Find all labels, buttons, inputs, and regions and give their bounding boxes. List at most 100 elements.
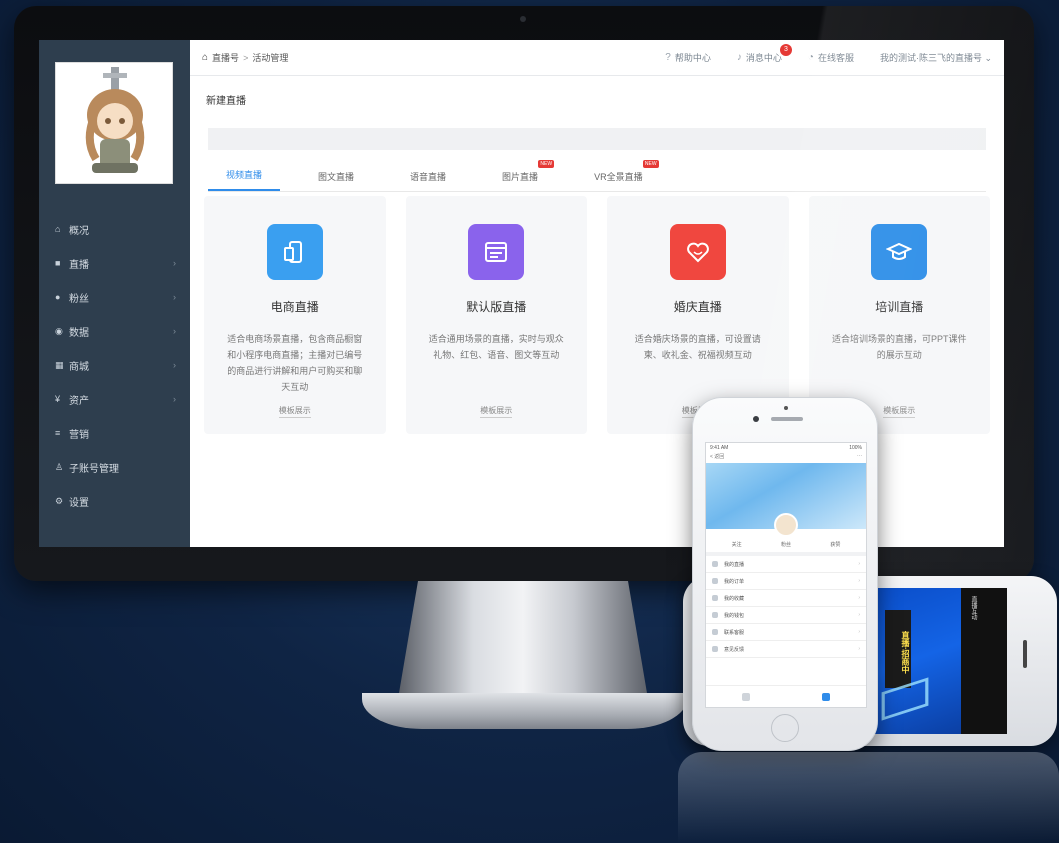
breadcrumb-current: 活动管理 (252, 53, 289, 63)
tab-label: VR全景直播 (594, 172, 643, 182)
stat-item[interactable]: 粉丝 (761, 541, 810, 548)
profile-menu-list: 我的直播 › 我的订单 › 我的收藏 › 我的钱包 › 联系客服 › 意见反馈 › (706, 556, 866, 658)
card-default-live[interactable]: 默认版直播 适合通用场景的直播，实时与观众礼物、红包、语音、图文等互动 模板展示 (405, 196, 587, 434)
topbar: ⌂ 直播号 > 活动管理 ? 帮助中心 ♪ 消息中心 3 ◔ 在线客服 我的测试… (190, 40, 1004, 76)
sidebar-item-subaccounts[interactable]: ♙ 子账号管理 (39, 450, 190, 484)
list-item[interactable]: 我的直播 › (706, 556, 866, 573)
list-icon (712, 578, 718, 584)
message-center-link[interactable]: ♪ 消息中心 3 (736, 44, 792, 64)
tab-photo-live[interactable]: 图片直播 NEW (484, 160, 556, 191)
landscape-banner-text: 直播·招商中 (885, 610, 911, 688)
list-item[interactable]: 联系客服 › (706, 624, 866, 641)
list-icon (712, 612, 718, 618)
sidebar-item-label: 子账号管理 (69, 463, 119, 475)
monitor-stand (398, 581, 648, 699)
sidebar-item-data[interactable]: ◉ 数据 › (39, 314, 190, 348)
sidebar-item-label: 营销 (69, 429, 89, 441)
chevron-right-icon: › (173, 292, 176, 302)
bell-icon: ♪ (736, 52, 742, 63)
stat-item[interactable]: 关注 (712, 541, 761, 548)
status-time: 9:41 AM (710, 445, 729, 451)
list-item-label: 我的钱包 (724, 612, 745, 619)
sidebar-item-label: 商城 (69, 361, 89, 373)
card-title: 婚庆直播 (673, 300, 722, 314)
profile-avatar[interactable] (774, 513, 798, 537)
list-item[interactable]: 我的收藏 › (706, 590, 866, 607)
more-button[interactable]: ··· (857, 453, 862, 463)
chevron-right-icon: › (173, 326, 176, 336)
graduation-cap-icon (871, 224, 928, 280)
phone-home-button[interactable] (771, 714, 799, 742)
online-service-link[interactable]: ◔ 在线客服 (808, 51, 854, 64)
card-description: 适合通用场景的直播，实时与观众礼物、红包、语音、图文等互动 (428, 334, 564, 360)
list-icon: ≡ (55, 428, 61, 438)
list-item[interactable]: 我的订单 › (706, 573, 866, 590)
monitor-frame: ⌂ 概况 ■ 直播 › ● 粉丝 › ◉ 数据 › ▦ 商城 › ¥ 资产 › … (14, 6, 1034, 581)
live-type-tabs: 视频直播 图文直播 语音直播 图片直播 NEW VR全景直播 NEW (208, 160, 986, 192)
phone-icon (266, 224, 323, 280)
topbar-actions: ? 帮助中心 ♪ 消息中心 3 ◔ 在线客服 我的测试·陈三飞的直播号 ⌄ (665, 44, 992, 64)
sidebar-item-label: 概况 (69, 225, 89, 237)
list-icon (712, 629, 718, 635)
template-preview-link[interactable]: 模板展示 (480, 406, 513, 418)
avatar-image (56, 63, 172, 183)
phone-screen: 9:41 AM 100% < 返回 ··· 关注 粉丝 获赞 我的直播 › 我的订… (705, 442, 867, 708)
template-preview-link[interactable]: 模板展示 (278, 406, 311, 418)
phone-status-bar: 9:41 AM 100% (706, 443, 866, 453)
list-item-label: 我的收藏 (724, 595, 745, 602)
phone-reflection (678, 752, 1059, 843)
sidebar: ⌂ 概况 ■ 直播 › ● 粉丝 › ◉ 数据 › ▦ 商城 › ¥ 资产 › … (39, 40, 190, 547)
card-description: 适合培训场景的直播，可PPT课件的展示互动 (831, 334, 967, 360)
list-icon (712, 595, 718, 601)
monitor-stand-base (362, 693, 687, 729)
chat-icon: ◔ (807, 52, 814, 63)
sidebar-item-marketing[interactable]: ≡ 营销 (39, 416, 190, 450)
filter-bar (208, 128, 986, 150)
card-ecommerce-live[interactable]: 电商直播 适合电商场景直播，包含商品橱窗和小程序电商直播；主播对已编号的商品进行… (204, 196, 386, 434)
grid-icon: ▦ (55, 359, 64, 370)
breadcrumb-home[interactable]: 直播号 (212, 51, 239, 64)
sidebar-nav: ⌂ 概况 ■ 直播 › ● 粉丝 › ◉ 数据 › ▦ 商城 › ¥ 资产 › … (39, 212, 190, 518)
sidebar-item-settings[interactable]: ⚙ 设置 (39, 484, 190, 518)
list-item-label: 联系客服 (724, 629, 745, 636)
status-battery: 100% (849, 445, 862, 451)
monitor-camera (520, 16, 526, 22)
sidebar-item-live[interactable]: ■ 直播 › (39, 246, 190, 280)
sidebar-item-assets[interactable]: ¥ 资产 › (39, 382, 190, 416)
heart-icon (669, 224, 726, 280)
phone-tab-bar (706, 685, 866, 707)
template-preview-link[interactable]: 模板展示 (883, 406, 916, 418)
sidebar-item-overview[interactable]: ⌂ 概况 (39, 212, 190, 246)
tab-vr-live[interactable]: VR全景直播 NEW (576, 160, 661, 191)
tab-video-live[interactable]: 视频直播 (208, 168, 281, 191)
tab-home-icon[interactable] (742, 692, 750, 701)
new-badge: NEW (642, 160, 659, 168)
list-item[interactable]: 我的钱包 › (706, 607, 866, 624)
tab-profile-icon[interactable] (822, 692, 830, 701)
landscape-phone-speaker (1023, 640, 1027, 668)
asset-icon: ¥ (55, 394, 61, 404)
avatar[interactable] (55, 62, 173, 184)
breadcrumb: ⌂ 直播号 > 活动管理 (202, 51, 288, 64)
sidebar-item-fans[interactable]: ● 粉丝 › (39, 280, 190, 314)
tab-voice-live[interactable]: 语音直播 (392, 170, 464, 191)
stat-item[interactable]: 获赞 (811, 541, 860, 548)
main-content: ⌂ 直播号 > 活动管理 ? 帮助中心 ♪ 消息中心 3 ◔ 在线客服 我的测试… (190, 40, 1004, 547)
tab-text-live[interactable]: 图文直播 (300, 170, 372, 191)
breadcrumb-separator: > (243, 52, 249, 63)
list-item-label: 意见反馈 (724, 646, 745, 653)
profile-banner (706, 463, 866, 537)
card-description: 适合婚庆场景的直播，可设置请柬、收礼金、祝福视频互动 (634, 334, 761, 360)
back-button[interactable]: < 返回 (710, 453, 724, 463)
help-center-link[interactable]: ? 帮助中心 (665, 51, 711, 64)
sidebar-item-label: 粉丝 (69, 293, 89, 305)
sidebar-item-mall[interactable]: ▦ 商城 › (39, 348, 190, 382)
message-center-label: 消息中心 (745, 53, 782, 63)
list-item[interactable]: 意见反馈 › (706, 641, 866, 658)
sidebar-item-label: 资产 (69, 395, 89, 407)
account-dropdown[interactable]: 我的测试·陈三飞的直播号 ⌄ (880, 51, 992, 64)
eye-icon: ◉ (55, 325, 63, 336)
list-item-label: 我的订单 (724, 578, 745, 585)
tab-label: 语音直播 (410, 172, 447, 182)
sidebar-item-label: 直播 (69, 259, 89, 271)
